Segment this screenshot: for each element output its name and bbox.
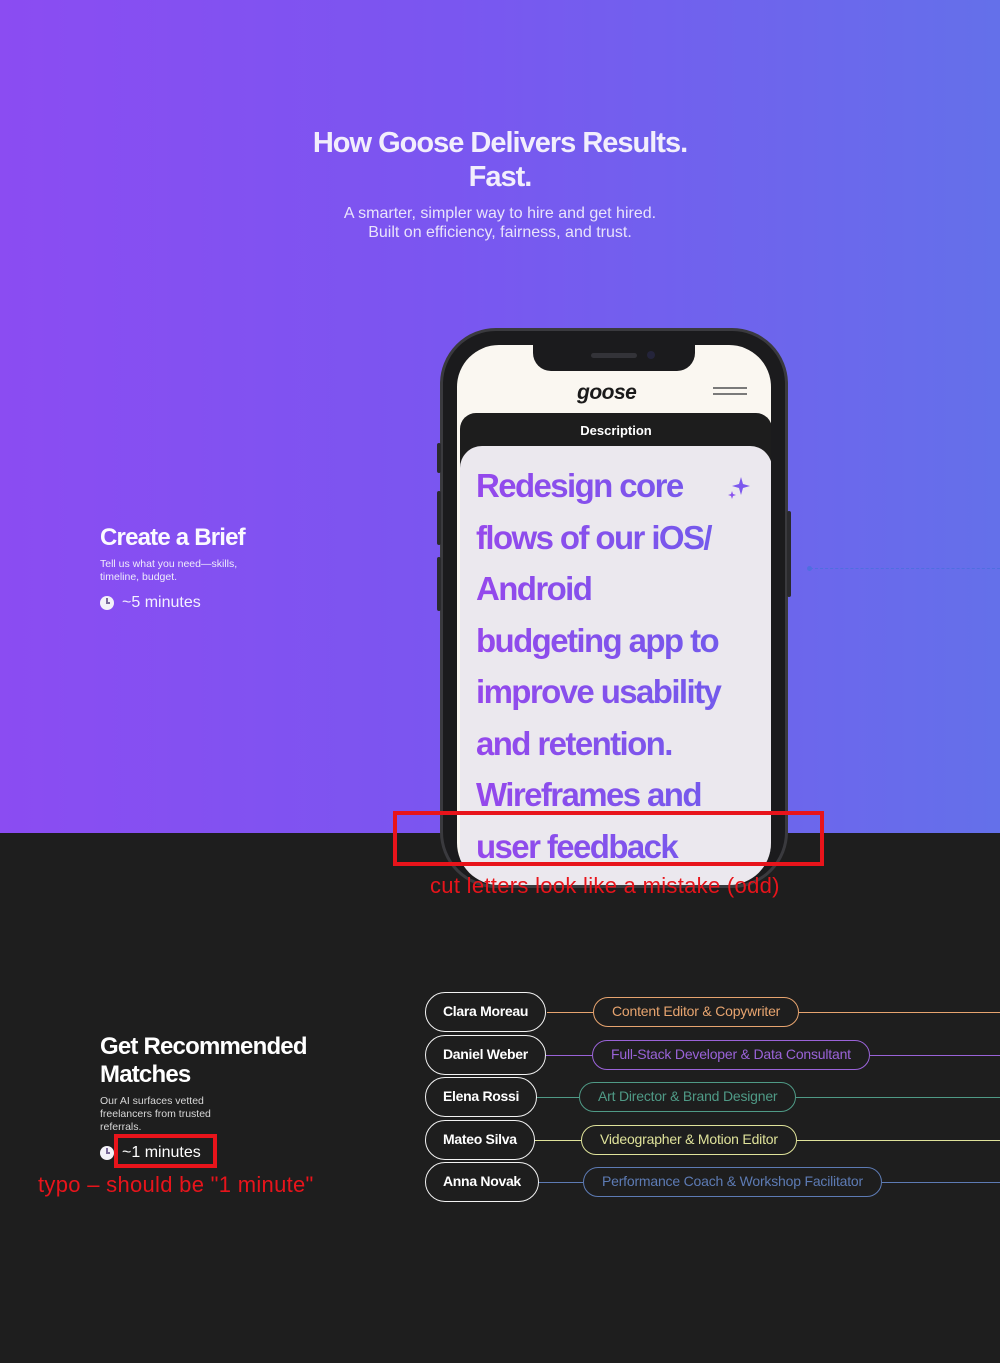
dotted-connector (810, 568, 1000, 569)
annotation-typo: typo – should be "1 minute" (38, 1172, 314, 1197)
sparkle-icon (728, 477, 750, 499)
candidate-name-pill[interactable]: Anna Novak (425, 1162, 539, 1202)
match-row: Anna Novak Performance Coach & Workshop F… (425, 1162, 1000, 1202)
hero-subtitle-line1: A smarter, simpler way to hire and get h… (343, 205, 657, 222)
match-row: Clara Moreau Content Editor & Copywriter (425, 992, 1000, 1032)
description-line: and retention. (476, 724, 672, 762)
description-line: Android (476, 570, 592, 607)
description-label: Description (580, 423, 652, 438)
hero-subtitle: A smarter, simpler way to hire and get h… (0, 204, 1000, 242)
match-connector (882, 1182, 1000, 1183)
hero-title-line2: Fast. (468, 161, 533, 193)
step-description-line: referrals. (100, 1121, 142, 1133)
phone-side-button (437, 557, 441, 611)
annotation-box-typo (114, 1134, 217, 1168)
clock-icon (100, 1146, 114, 1160)
match-connector (870, 1055, 1000, 1056)
match-connector (535, 1182, 583, 1183)
goose-logo[interactable]: goose (577, 381, 637, 405)
phone-side-button (437, 491, 441, 545)
match-connector (797, 1140, 1000, 1141)
candidate-role-pill[interactable]: Content Editor & Copywriter (593, 997, 800, 1027)
step-description-line: Tell us what you need—skills, (100, 558, 238, 570)
phone-side-button (437, 443, 441, 473)
candidate-name-pill[interactable]: Clara Moreau (425, 992, 547, 1032)
step-title: Get Recommended Matches (100, 1033, 330, 1089)
hero-subtitle-line2: Built on efficiency, fairness, and trust… (368, 224, 632, 241)
description-line: Redesign core (476, 467, 683, 504)
match-connector (533, 1140, 581, 1141)
hero-title-line1: How Goose Delivers Results. (312, 127, 688, 159)
step-description: Tell us what you need—skills, timeline, … (100, 558, 300, 584)
phone-notch (533, 345, 695, 371)
hamburger-menu-icon[interactable] (713, 387, 747, 395)
candidate-role-pill[interactable]: Performance Coach & Workshop Facilitator (583, 1167, 882, 1197)
candidate-name-pill[interactable]: Elena Rossi (425, 1077, 538, 1117)
match-connector (547, 1012, 593, 1013)
match-connector (532, 1097, 579, 1098)
step-title: Create a Brief (100, 524, 246, 551)
step-time: ~5 minutes (100, 594, 300, 612)
phone-mockup: goose Description Redesign core flows of … (437, 328, 791, 888)
candidate-role-pill[interactable]: Full-Stack Developer & Data Consultant (592, 1040, 870, 1070)
front-camera (647, 351, 655, 359)
match-row: Elena Rossi Art Director & Brand Designer (425, 1077, 1000, 1117)
candidate-name-pill[interactable]: Mateo Silva (425, 1120, 535, 1160)
candidate-role-pill[interactable]: Art Director & Brand Designer (579, 1082, 797, 1112)
description-line: improve usability (476, 673, 721, 710)
step-create-brief: Create a Brief Tell us what you need—ski… (100, 524, 300, 612)
description-line: budgeting app to (476, 621, 719, 659)
candidate-name-pill[interactable]: Daniel Weber (425, 1035, 546, 1075)
candidate-role-pill[interactable]: Videographer & Motion Editor (581, 1125, 797, 1155)
match-row: Mateo Silva Videographer & Motion Editor (425, 1120, 1000, 1160)
match-connector (796, 1097, 1000, 1098)
phone-screen: goose Description Redesign core flows of … (457, 345, 771, 885)
clock-icon (100, 596, 114, 610)
step-title-line: Get Recommended (100, 1033, 308, 1060)
step-time-label: ~5 minutes (122, 594, 201, 611)
step-description: Our AI surfaces vetted freelancers from … (100, 1095, 230, 1134)
hero-title: How Goose Delivers Results. Fast. (0, 126, 1000, 194)
phone-side-button (787, 511, 791, 597)
match-row: Daniel Weber Full-Stack Developer & Data … (425, 1035, 1000, 1075)
step-description-line: Our AI surfaces vetted (100, 1095, 204, 1107)
annotation-box-cut-letters (393, 811, 824, 866)
annotation-cut-letters: cut letters look like a mistake (odd) (430, 873, 780, 898)
step-description-line: freelancers from trusted (100, 1108, 211, 1120)
match-connector (546, 1055, 592, 1056)
step-description-line: timeline, budget. (100, 571, 178, 583)
description-line: flows of our iOS/ (476, 518, 711, 556)
step-title-line: Matches (100, 1061, 191, 1088)
speaker-grill (591, 353, 637, 358)
match-connector (799, 1012, 1000, 1013)
